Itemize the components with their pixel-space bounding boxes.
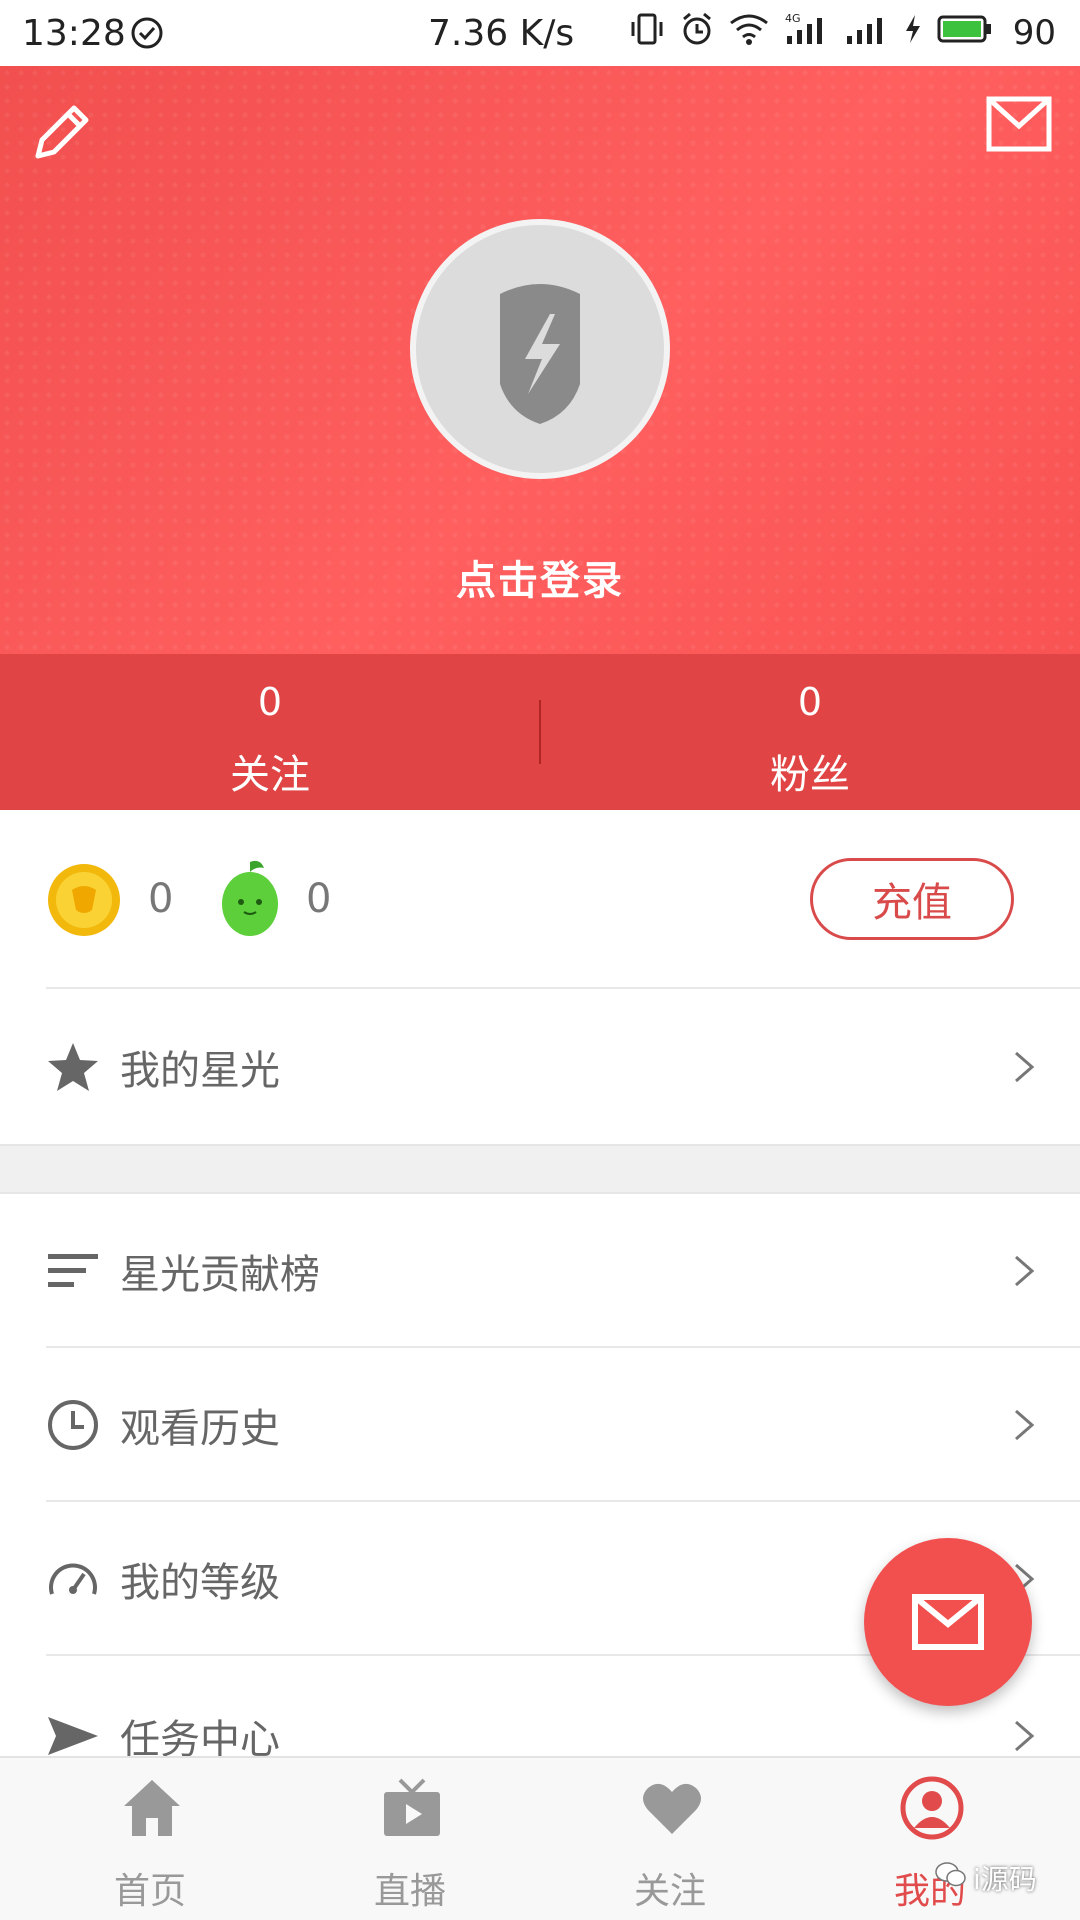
nav-live[interactable]: 直播 xyxy=(275,1758,545,1920)
charging-icon xyxy=(903,13,923,54)
vibrate-icon xyxy=(629,12,665,55)
menu-item-contribution-ranking[interactable]: 星光贡献榜 xyxy=(0,1194,1080,1348)
nav-follow[interactable]: 关注 xyxy=(535,1758,805,1920)
tv-icon xyxy=(380,1776,444,1840)
battery-level: 90 xyxy=(1012,13,1056,53)
avatar[interactable] xyxy=(410,219,670,479)
edit-pencil-icon[interactable] xyxy=(28,98,96,166)
alarm-icon xyxy=(679,11,715,56)
fans-count: 0 xyxy=(797,680,823,724)
default-avatar-icon xyxy=(500,284,580,424)
speedometer-icon xyxy=(46,1552,100,1606)
svg-text:4G: 4G xyxy=(785,12,801,25)
wifi-icon xyxy=(729,13,769,54)
signal-icon xyxy=(845,12,889,55)
status-icons: 4G 90 xyxy=(629,0,1056,66)
status-time: 13:28 xyxy=(22,12,126,54)
nav-label: 直播 xyxy=(373,1871,446,1912)
menu-item-my-starlight[interactable]: 我的星光 xyxy=(0,990,1080,1144)
floating-mail-button[interactable] xyxy=(864,1538,1032,1706)
menu-label: 我的星光 xyxy=(120,1048,280,1094)
coin-count: 0 xyxy=(148,876,174,922)
wallet-row: 0 0 充值 xyxy=(0,810,1080,988)
check-circle-icon xyxy=(130,0,164,66)
following-stat[interactable]: 0 关注 xyxy=(0,654,540,810)
nav-label: 关注 xyxy=(633,1871,706,1912)
recharge-button[interactable]: 充值 xyxy=(810,858,1014,940)
clock-icon xyxy=(46,1398,100,1452)
menu-label: 观看历史 xyxy=(120,1406,280,1452)
bean-count: 0 xyxy=(306,876,332,922)
chevron-right-icon xyxy=(1012,1718,1036,1754)
menu-label: 星光贡献榜 xyxy=(120,1252,320,1298)
watermark-text: i源码 xyxy=(973,1863,1037,1896)
fans-label: 粉丝 xyxy=(770,752,850,798)
stats-bar: 0 关注 0 粉丝 xyxy=(0,654,1080,810)
paper-plane-icon xyxy=(46,1709,100,1763)
mail-icon xyxy=(912,1594,984,1650)
battery-icon xyxy=(937,13,993,53)
net-speed: 7.36 K/s xyxy=(428,12,575,54)
status-bar: 13:28 7.36 K/s 4G 90 xyxy=(0,0,1080,66)
watermark: i源码 xyxy=(935,1858,1037,1898)
chevron-right-icon xyxy=(1012,1253,1036,1289)
wechat-icon xyxy=(935,1861,967,1896)
following-label: 关注 xyxy=(230,752,310,798)
ranking-icon xyxy=(46,1244,100,1298)
chevron-right-icon xyxy=(1012,1049,1036,1085)
home-icon xyxy=(120,1776,184,1840)
star-icon xyxy=(46,1040,100,1094)
fans-stat[interactable]: 0 粉丝 xyxy=(540,654,1080,810)
section-gap xyxy=(0,1144,1080,1194)
login-prompt[interactable]: 点击登录 xyxy=(0,548,1080,606)
nav-home[interactable]: 首页 xyxy=(15,1758,285,1920)
heart-icon xyxy=(640,1776,704,1840)
mail-icon[interactable] xyxy=(986,96,1052,152)
bottom-nav: 首页 直播 关注 我的 xyxy=(0,1756,1080,1920)
chevron-right-icon xyxy=(1012,1407,1036,1443)
profile-header: 点击登录 xyxy=(0,66,1080,654)
menu-label: 我的等级 xyxy=(120,1560,280,1606)
green-bean-icon xyxy=(216,858,284,938)
following-count: 0 xyxy=(257,680,283,724)
divider xyxy=(46,987,1080,989)
signal-4g-icon: 4G xyxy=(783,12,831,55)
menu-item-watch-history[interactable]: 观看历史 xyxy=(0,1348,1080,1502)
nav-label: 首页 xyxy=(113,1871,186,1912)
user-icon xyxy=(900,1776,964,1840)
gold-coin-icon xyxy=(46,862,122,938)
